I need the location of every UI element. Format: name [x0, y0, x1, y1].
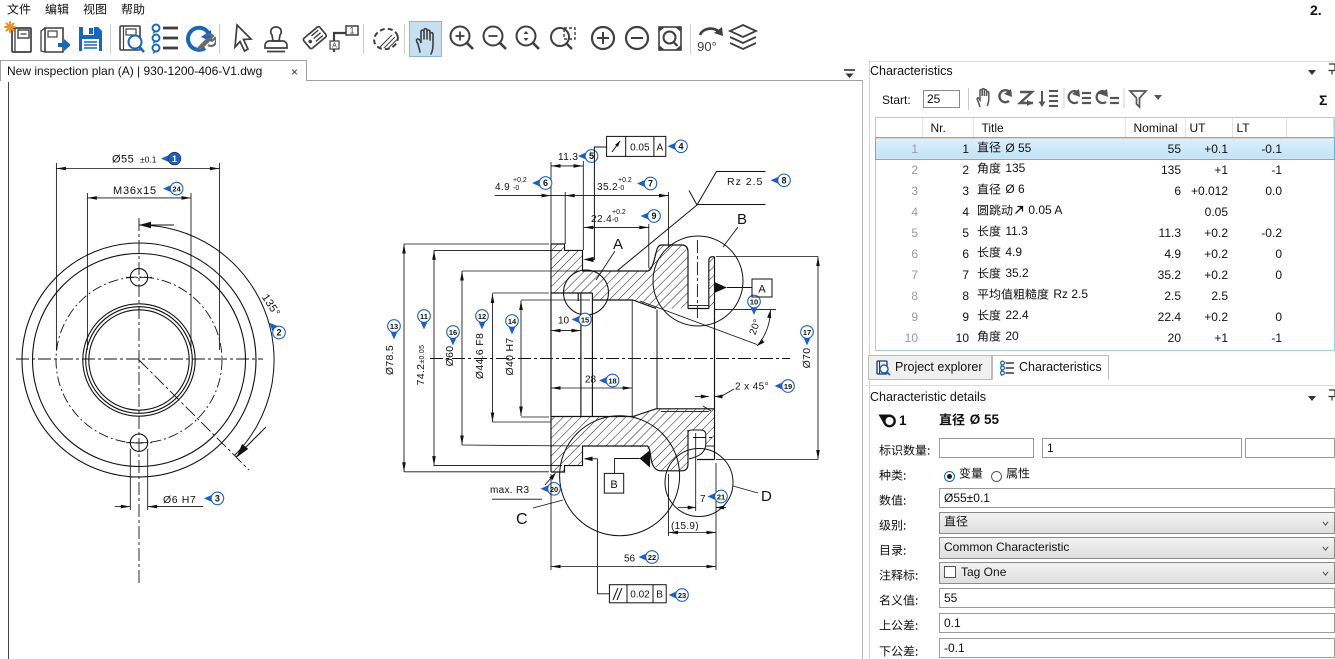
- svg-text:Ø6 H7: Ø6 H7: [163, 494, 196, 506]
- svg-text:13: 13: [390, 322, 398, 331]
- svg-text:B: B: [610, 479, 617, 491]
- svg-text:15: 15: [581, 316, 589, 325]
- svg-text:Ø70: Ø70: [801, 348, 813, 369]
- svg-text:-0: -0: [513, 185, 519, 192]
- svg-text:9: 9: [651, 211, 656, 221]
- svg-text:28: 28: [585, 375, 597, 386]
- svg-text:A: A: [332, 43, 337, 50]
- svg-text:14: 14: [508, 317, 517, 326]
- svg-text:11.3: 11.3: [558, 152, 578, 163]
- svg-text:+0.2: +0.2: [513, 177, 527, 184]
- svg-text:7: 7: [648, 179, 653, 189]
- svg-text:1: 1: [349, 26, 354, 36]
- svg-text:22: 22: [648, 553, 656, 562]
- svg-text:3: 3: [215, 493, 220, 503]
- svg-text:24: 24: [172, 185, 181, 194]
- svg-text:17: 17: [803, 328, 811, 337]
- svg-text:16: 16: [449, 328, 457, 337]
- svg-text:4: 4: [678, 141, 683, 151]
- svg-text:+0.2: +0.2: [618, 177, 632, 184]
- svg-text:2 x 45°: 2 x 45°: [735, 382, 769, 393]
- svg-text:C: C: [516, 511, 528, 528]
- svg-text:2: 2: [276, 328, 281, 338]
- svg-text:A: A: [758, 284, 766, 296]
- svg-text:8: 8: [781, 175, 786, 185]
- svg-text:7: 7: [700, 494, 706, 505]
- svg-text:max. R3: max. R3: [490, 485, 529, 496]
- svg-text:-0: -0: [618, 185, 624, 192]
- svg-text:M36x15: M36x15: [113, 185, 157, 197]
- svg-text:90°: 90°: [697, 39, 717, 54]
- svg-text:0.05: 0.05: [630, 143, 650, 154]
- svg-text:±0.1: ±0.1: [140, 155, 157, 165]
- svg-text:10: 10: [750, 298, 758, 307]
- svg-text:1: 1: [172, 154, 177, 164]
- svg-text:B: B: [737, 211, 747, 228]
- svg-text:Ø40 H7: Ø40 H7: [504, 338, 516, 376]
- svg-text:4.9: 4.9: [495, 182, 510, 193]
- svg-text:10: 10: [558, 316, 570, 327]
- svg-text:21: 21: [717, 493, 725, 502]
- svg-text:-0: -0: [612, 217, 618, 224]
- svg-text:23: 23: [678, 591, 686, 600]
- svg-text:19: 19: [784, 382, 792, 391]
- svg-text:35.2: 35.2: [597, 182, 618, 193]
- svg-text:A: A: [613, 236, 623, 253]
- svg-text:D: D: [761, 488, 772, 505]
- svg-text:Ø55: Ø55: [112, 154, 134, 166]
- svg-text:6: 6: [543, 178, 548, 188]
- svg-text:74.2±0.05: 74.2±0.05: [415, 345, 427, 386]
- svg-text:20°: 20°: [748, 318, 764, 337]
- svg-text:12: 12: [478, 312, 486, 321]
- svg-text:A: A: [656, 143, 663, 154]
- svg-text:56: 56: [624, 554, 636, 565]
- svg-text:Ø78.5: Ø78.5: [384, 345, 396, 375]
- svg-text:Ø60: Ø60: [444, 346, 456, 367]
- svg-text:B: B: [656, 590, 663, 601]
- svg-text:11: 11: [420, 312, 428, 321]
- svg-text:18: 18: [608, 377, 616, 386]
- svg-text:(15.9): (15.9): [671, 521, 699, 532]
- svg-text:Ø44.6 F8: Ø44.6 F8: [474, 333, 486, 379]
- svg-text:5: 5: [589, 151, 594, 161]
- svg-text:0.02: 0.02: [630, 590, 650, 601]
- svg-text:Rz 2.5: Rz 2.5: [727, 176, 763, 188]
- svg-text:+0.2: +0.2: [612, 209, 626, 216]
